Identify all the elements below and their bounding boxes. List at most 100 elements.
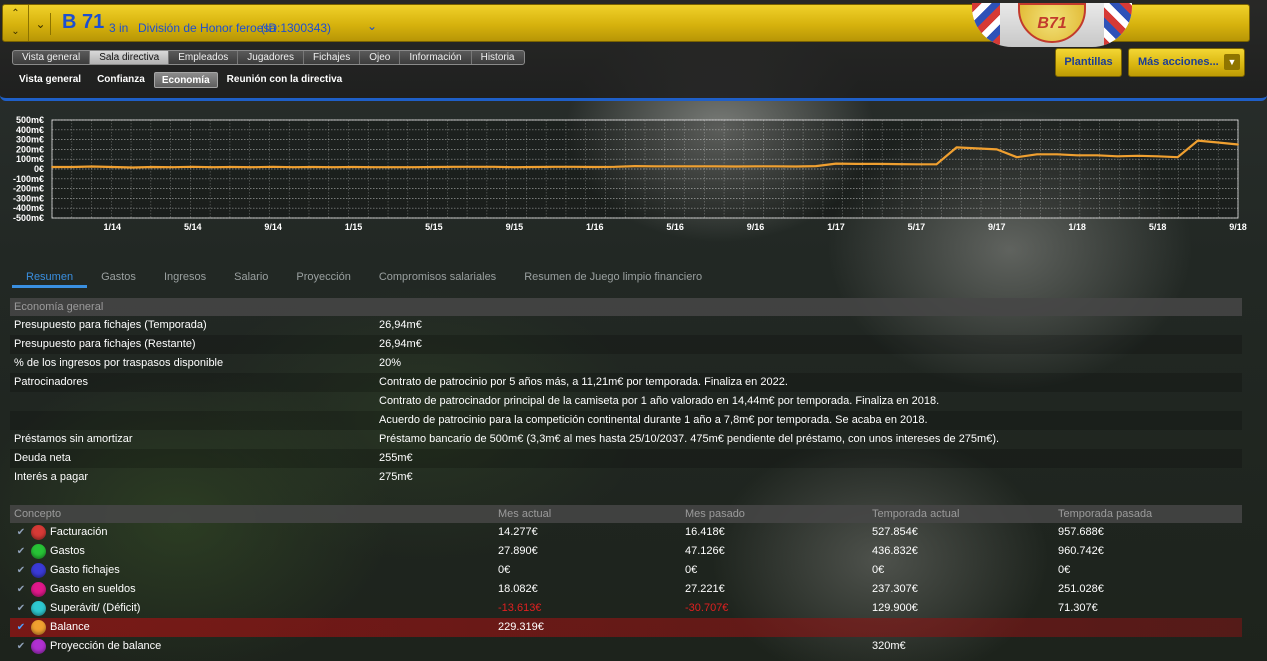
finance-row-label: Gastos	[50, 545, 85, 557]
balance-data-point	[513, 166, 516, 169]
section-tab-proyecci-n[interactable]: Proyección	[282, 270, 364, 288]
club-header: ⌃ ⌄ ⌄ B 71 3 in División de Honor feroes…	[0, 0, 1267, 101]
balance-data-point	[272, 165, 274, 168]
balance-data-point	[1036, 153, 1038, 156]
checkmark-icon[interactable]: ✔	[14, 599, 28, 618]
plantillas-button[interactable]: Plantillas	[1055, 48, 1122, 77]
economy-row-label: Presupuesto para fichajes (Temporada)	[14, 319, 207, 331]
finance-row-label: Superávit/ (Déficit)	[50, 602, 141, 614]
section-tab-salario[interactable]: Salario	[220, 270, 282, 288]
economy-section-tabs: Resumen Gastos Ingresos Salario Proyección Co…	[12, 270, 716, 288]
finance-row[interactable]: ✔ Balance 229.319€	[10, 618, 1242, 637]
finance-row[interactable]: ✔ Gasto en sueldos 18.082€ 27.221€ 237.307€ 2…	[10, 580, 1242, 599]
checkmark-icon[interactable]: ✔	[14, 618, 28, 637]
section-tab-resumen[interactable]: Resumen	[12, 270, 88, 288]
finance-row[interactable]: ✔ Gastos 27.890€ 47.126€ 436.832€ 960.742€	[10, 542, 1242, 561]
economy-row-value: 20%	[379, 357, 402, 369]
economy-row-label: Préstamos sin amortizar	[14, 433, 133, 445]
chevron-down-icon[interactable]: ▼	[1224, 54, 1240, 70]
economy-row-label: Presupuesto para fichajes (Restante)	[14, 338, 196, 350]
y-tick-label: -200m€	[13, 184, 44, 194]
finance-row-concept: ✔ Gasto fichajes	[10, 561, 498, 580]
tab-empleados[interactable]: Empleados	[169, 51, 239, 64]
tab-sala-directiva[interactable]: Sala directiva	[90, 51, 170, 64]
current-season-value: 320m€	[872, 640, 906, 652]
balance-data-point	[794, 165, 797, 168]
club-crest: B71	[972, 3, 1132, 47]
finance-row[interactable]: ✔ Gasto fichajes 0€ 0€ 0€ 0€	[10, 561, 1242, 580]
y-tick-label: 100m€	[16, 154, 44, 164]
section-tab-ingresos[interactable]: Ingresos	[150, 270, 220, 288]
balance-data-point	[694, 165, 697, 168]
column-last-month[interactable]: Mes pasado	[685, 505, 872, 523]
checkmark-icon[interactable]: ✔	[14, 561, 28, 580]
column-concept[interactable]: Concepto	[10, 505, 498, 523]
finance-row-label: Gasto en sueldos	[50, 583, 136, 595]
y-tick-label: -400m€	[13, 203, 44, 213]
section-tab-gastos[interactable]: Gastos	[87, 270, 150, 288]
finance-row-label: Gasto fichajes	[50, 564, 120, 576]
last-month-value	[685, 618, 872, 637]
tab-historia[interactable]: Historia	[472, 51, 524, 64]
balance-data-point	[613, 165, 616, 168]
subtab-confianza[interactable]: Confianza	[90, 72, 152, 88]
more-actions-button[interactable]: Más acciones... ▼	[1128, 48, 1245, 77]
economy-row: Interés a pagar 275m€	[10, 468, 1242, 487]
balance-data-point	[593, 166, 596, 168]
tab-fichajes[interactable]: Fichajes	[304, 51, 361, 64]
column-last-season[interactable]: Temporada pasada	[1058, 505, 1242, 523]
crest-stripe-left	[972, 3, 1000, 47]
subtab-reuni-n-con-la-directiva[interactable]: Reunión con la directiva	[220, 72, 350, 88]
finance-row[interactable]: ✔ Facturación 14.277€ 16.418€ 527.854€ 957.68…	[10, 523, 1242, 542]
balance-data-point	[1156, 155, 1159, 158]
balance-data-point	[1076, 154, 1079, 157]
current-season-value: 436.832€	[872, 545, 918, 557]
chevron-down-icon[interactable]: ⌄	[11, 27, 19, 37]
chevron-down-icon[interactable]: ⌄	[367, 19, 377, 33]
tab-informaci-n[interactable]: Información	[400, 51, 472, 64]
section-tab-resumen-de-juego-limpio-financiero[interactable]: Resumen de Juego limpio financiero	[510, 270, 716, 288]
club-name[interactable]: B 71	[62, 11, 104, 34]
economy-overview-rows: Presupuesto para fichajes (Temporada) 26,…	[10, 316, 1242, 487]
finance-row[interactable]: ✔ Superávit/ (Déficit) -13.613€ -30.707€ 129…	[10, 599, 1242, 618]
club-switch-dropdown[interactable]: ⌄	[31, 13, 51, 35]
subtab-econom-a[interactable]: Economía	[153, 72, 218, 88]
checkmark-icon[interactable]: ✔	[14, 580, 28, 599]
chevron-up-icon[interactable]: ⌃	[11, 9, 19, 19]
crest-text: B71	[1037, 15, 1067, 32]
tab-jugadores[interactable]: Jugadores	[238, 51, 304, 64]
last-season-value: 0€	[1058, 564, 1071, 576]
section-tab-compromisos-salariales[interactable]: Compromisos salariales	[365, 270, 510, 288]
y-tick-label: -500m€	[13, 213, 44, 223]
checkmark-icon[interactable]: ✔	[14, 523, 28, 542]
economy-row-label: Deuda neta	[14, 452, 71, 464]
finance-table-header: Concepto Mes actual Mes pasado Temporada…	[10, 505, 1242, 523]
club-id: (ID:1300343)	[261, 21, 332, 35]
tab-ojeo[interactable]: Ojeo	[360, 51, 401, 64]
x-tick-label: 1/18	[1068, 222, 1086, 232]
club-nav-arrows[interactable]: ⌃ ⌄	[3, 5, 29, 41]
balance-data-point	[191, 165, 194, 168]
tab-vista-general[interactable]: Vista general	[13, 51, 91, 64]
checkmark-icon[interactable]: ✔	[14, 637, 28, 656]
balance-data-point	[815, 165, 817, 167]
subtab-vista-general[interactable]: Vista general	[12, 72, 88, 88]
x-tick-label: 5/18	[1149, 222, 1167, 232]
finance-row-label: Facturación	[50, 526, 108, 538]
x-tick-label: 1/17	[827, 222, 845, 232]
finance-row[interactable]: ✔ Proyección de balance 320m€	[10, 637, 1242, 656]
last-season-value	[1058, 637, 1242, 656]
balance-data-point	[975, 147, 978, 150]
balance-data-point	[995, 148, 998, 151]
balance-data-point	[1217, 141, 1219, 144]
column-current-month[interactable]: Mes actual	[498, 505, 685, 523]
balance-data-point	[493, 165, 496, 168]
last-season-value: 957.688€	[1058, 526, 1104, 538]
economy-row: Acuerdo de patrocinio para la competició…	[10, 411, 1242, 430]
league-name[interactable]: División de Honor feroesa	[138, 21, 276, 35]
economy-row-value: Préstamo bancario de 500m€ (3,3m€ al mes…	[379, 433, 1000, 445]
checkmark-icon[interactable]: ✔	[14, 542, 28, 561]
balance-data-point	[855, 163, 857, 165]
balance-data-point	[774, 165, 777, 168]
column-current-season[interactable]: Temporada actual	[872, 505, 1058, 523]
